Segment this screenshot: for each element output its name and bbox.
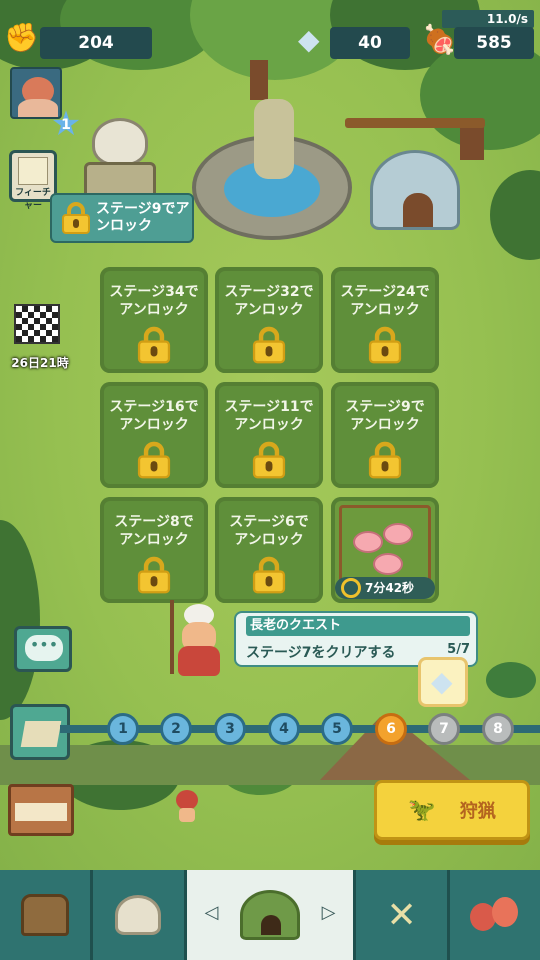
nav-tribe[interactable] [450,870,540,960]
pig-icon [353,531,383,553]
hunt-button-label: 狩猟 [459,801,496,822]
meat-counter: 585 [454,27,534,59]
stage-node-7[interactable]: 7 [428,713,460,745]
gem-icon: ◆ [298,23,320,56]
scroll-icon [18,157,48,185]
pig-icon [383,523,413,545]
nav-fossils[interactable] [93,870,187,960]
plot-unlock-label: ステージ32でアンロック [224,284,314,318]
locked-plot[interactable]: ステージ32でアンロック [215,267,323,373]
map-tile-icon [20,721,62,747]
meat-value: 585 [476,33,512,53]
feature-label: フィーチャー [15,188,51,211]
event-button[interactable]: 26日21時 [10,302,70,374]
gem-reward-bubble[interactable]: ◆ [418,657,468,707]
hunt-button[interactable]: 🦖 狩猟 [374,780,530,840]
lock-icon [137,556,171,594]
fountain[interactable] [192,99,352,240]
villager-character [174,790,200,824]
locked-plot[interactable]: ステージ34でアンロック [100,267,208,373]
checkered-flag-icon [14,304,60,344]
locked-plot[interactable]: ステージ9でアンロック [331,382,439,488]
quest-progress: 5/7 [447,642,470,657]
event-timer: 26日21時 [11,356,69,370]
lock-icon [252,441,286,479]
nav-village[interactable]: ◁ ▷ [186,870,357,960]
plot-unlock-label: ステージ11でアンロック [224,399,314,433]
cave-icon [239,890,300,940]
pig-pen-plot[interactable]: 7分42秒 [331,497,439,603]
stage-node-4[interactable]: 4 [268,713,300,745]
strength-value: 204 [78,33,114,53]
quest-text: ステージ7をクリアする [246,645,396,661]
locked-plot[interactable]: ステージ6でアンロック [215,497,323,603]
fist-icon: ✊ [4,21,39,54]
plot-unlock-label: ステージ6でアンロック [229,514,309,548]
shop-counter-icon [15,803,67,821]
pig-icon [373,553,403,575]
feature-button[interactable]: フィーチャー [9,150,57,211]
plot-unlock-label: ステージ9でアンロック [345,399,425,433]
stage-node-5[interactable]: 5 [321,713,353,745]
tree [0,520,40,720]
pig-pen-timer-text: 7分42秒 [365,581,415,595]
locked-plot[interactable]: ステージ24でアンロック [331,267,439,373]
stage-node-3[interactable]: 3 [214,713,246,745]
plot-unlock-label: ステージ24でアンロック [340,284,430,318]
lock-icon [137,441,171,479]
tree [490,170,540,260]
meat-icon: 🍖 [422,23,457,56]
unlock-tooltip: ステージ9でアンロック [50,193,194,243]
gems-value: 40 [358,33,382,53]
locked-plot[interactable]: ステージ16でアンロック [100,382,208,488]
stage-node-6[interactable]: 6 [375,713,407,745]
crossed-spears-icon: ✕ [386,894,417,936]
pig-pen-timer: 7分42秒 [335,577,435,599]
lock-icon [368,441,402,479]
treasure-chest-icon [21,894,70,936]
nav-weapons[interactable]: ✕ [356,870,450,960]
gem-icon: ◆ [431,665,453,698]
plot-unlock-label: ステージ16でアンロック [109,399,199,433]
locked-plot[interactable]: ステージ11でアンロック [215,382,323,488]
chat-button[interactable]: ••• [14,626,72,672]
locked-plot[interactable]: ステージ8でアンロック [100,497,208,603]
wooden-fence [345,118,485,128]
chat-bubble-icon: ••• [25,635,63,661]
bush [486,662,536,698]
stage-node-2[interactable]: 2 [160,713,192,745]
nav-chest[interactable] [0,870,94,960]
lock-icon [252,556,286,594]
plot-unlock-label: ステージ8でアンロック [114,514,194,548]
stage-node-1[interactable]: 1 [107,713,139,745]
plot-unlock-label: ステージ34でアンロック [109,284,199,318]
tent-building[interactable] [370,150,460,230]
chevron-left-icon[interactable]: ◁ [205,902,219,923]
chevron-right-icon[interactable]: ▷ [322,902,336,923]
elder-character[interactable] [168,600,228,678]
shop-button[interactable] [8,784,74,836]
lock-icon [368,326,402,364]
stage-node-8[interactable]: 8 [482,713,514,745]
tooltip-text: ステージ9でアンロック [96,201,190,234]
lock-icon [252,326,286,364]
lock-icon [62,202,90,234]
dinosaur-skeleton-icon [115,895,162,935]
timer-icon [341,578,361,598]
strength-counter: 204 [40,27,152,59]
tribe-members-icon [469,897,520,933]
tree-trunk [250,60,268,100]
quest-title: 長老のクエスト [246,616,470,636]
player-level: 1 [61,117,71,133]
lock-icon [137,326,171,364]
dinosaur-icon: 🦖 [408,797,436,823]
gems-counter: 40 [330,27,410,59]
bottom-navigation: ◁ ▷ ✕ [0,870,540,960]
